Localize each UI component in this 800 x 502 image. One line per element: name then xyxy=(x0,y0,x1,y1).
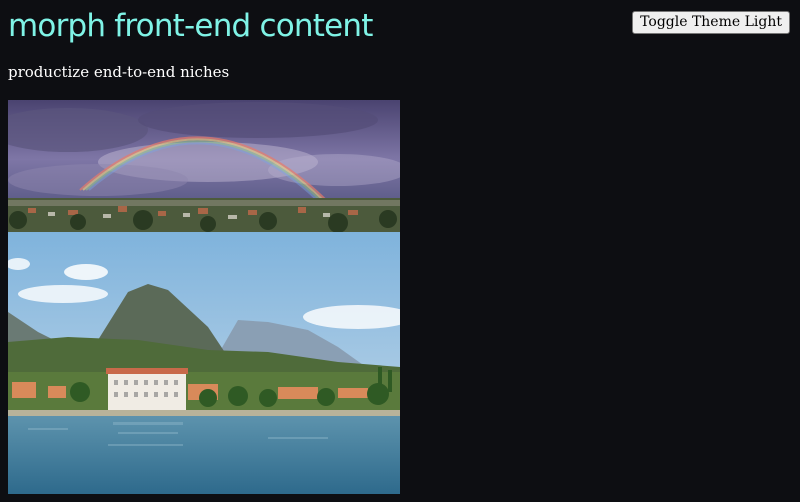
page-title: morph front-end content xyxy=(8,8,373,44)
page-subtitle: productize end-to-end niches xyxy=(8,63,230,81)
toggle-theme-button[interactable]: Toggle Theme Light xyxy=(632,11,790,34)
lake-mountain-town-image xyxy=(8,232,400,494)
rainbow-cityscape-image xyxy=(8,100,400,232)
